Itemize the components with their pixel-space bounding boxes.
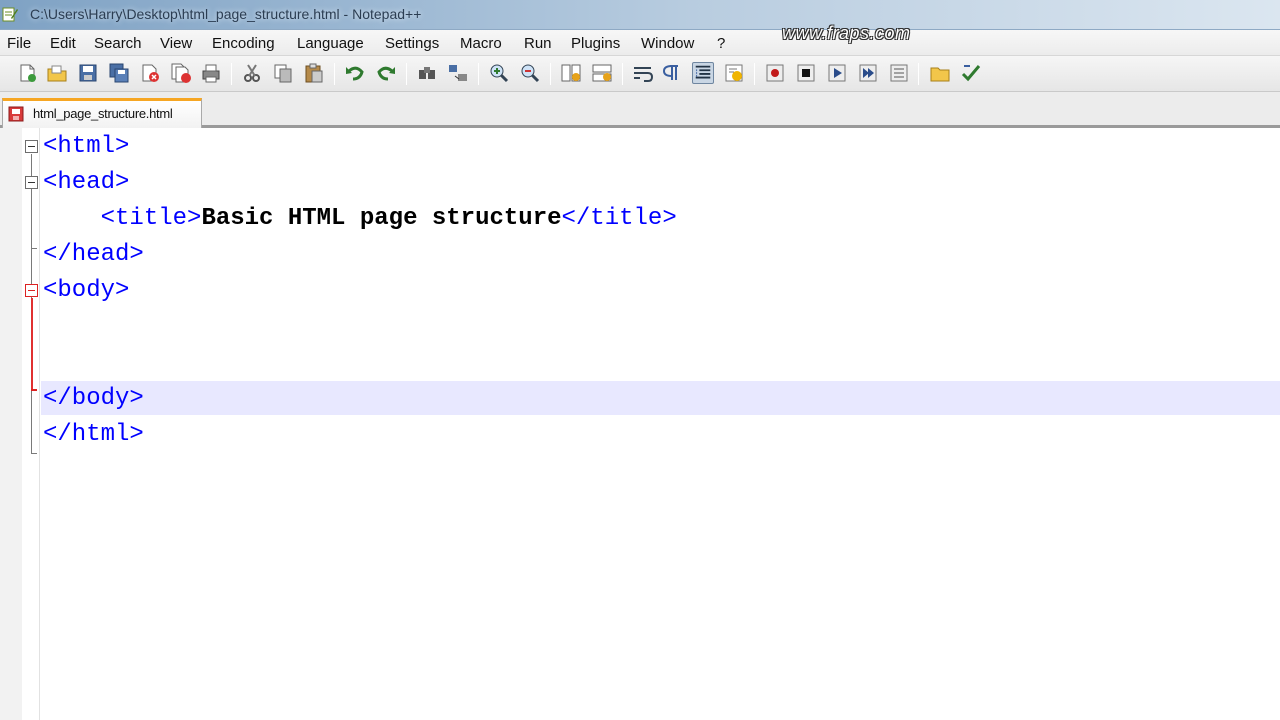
copy-icon[interactable] [272, 62, 294, 84]
html-tag: <head> [43, 169, 130, 196]
save-all-icon[interactable] [108, 62, 130, 84]
menu-search[interactable]: Search [94, 35, 142, 52]
menu-settings[interactable]: Settings [385, 35, 439, 52]
undo-icon[interactable] [344, 62, 366, 84]
html-tag: </title> [561, 205, 677, 232]
code-line[interactable]: </head> [43, 237, 144, 273]
code-line[interactable]: <title>Basic HTML page structure</title> [43, 201, 677, 237]
fold-margin [0, 128, 40, 720]
fold-end-marker [31, 453, 37, 454]
indent-guide-icon[interactable] [692, 62, 714, 84]
close-all-icon[interactable] [170, 62, 192, 84]
menu-plugins[interactable]: Plugins [571, 35, 620, 52]
close-icon[interactable] [139, 62, 161, 84]
fold-head-toggle[interactable] [25, 176, 38, 189]
fold-body-toggle[interactable] [25, 284, 38, 297]
current-line-highlight [41, 381, 1280, 415]
html-tag: <title> [43, 205, 202, 232]
toolbar-separator [334, 63, 335, 85]
menu-macro[interactable]: Macro [460, 35, 502, 52]
stop-macro-icon[interactable] [795, 62, 817, 84]
menu-file[interactable]: File [7, 35, 31, 52]
print-icon[interactable] [200, 62, 222, 84]
toolbar-separator [231, 63, 232, 85]
editor-area[interactable]: <html> <head> <title>Basic HTML page str… [0, 128, 1280, 720]
menu-edit[interactable]: Edit [50, 35, 76, 52]
folder-icon[interactable] [929, 62, 951, 84]
menu-help[interactable]: ? [717, 35, 725, 52]
user-language-icon[interactable] [723, 62, 745, 84]
sync-vertical-icon[interactable] [560, 62, 582, 84]
run-macro-multiple-icon[interactable] [857, 62, 879, 84]
html-tag: <html> [43, 133, 130, 160]
title-text: Basic HTML page structure [201, 205, 562, 232]
line-number-margin [0, 128, 22, 720]
fold-end-marker [31, 389, 37, 391]
sync-horizontal-icon[interactable] [591, 62, 613, 84]
open-file-icon[interactable] [46, 62, 68, 84]
spell-check-icon[interactable] [960, 62, 982, 84]
code-line[interactable]: <head> [43, 165, 129, 201]
window-title: C:\Users\Harry\Desktop\html_page_structu… [30, 6, 422, 22]
play-macro-icon[interactable] [826, 62, 848, 84]
html-tag: </html> [43, 421, 144, 448]
toolbar [0, 56, 1280, 92]
menu-view[interactable]: View [160, 35, 192, 52]
fold-end-marker [31, 248, 37, 249]
toolbar-separator [622, 63, 623, 85]
active-fold-line [31, 298, 33, 390]
show-all-characters-icon[interactable] [660, 62, 682, 84]
menu-run[interactable]: Run [524, 35, 552, 52]
title-bar: C:\Users\Harry\Desktop\html_page_structu… [0, 0, 1280, 30]
unsaved-file-icon [8, 106, 24, 122]
toolbar-separator [754, 63, 755, 85]
menu-window[interactable]: Window [641, 35, 694, 52]
toolbar-separator [918, 63, 919, 85]
toolbar-separator [478, 63, 479, 85]
zoom-in-icon[interactable] [488, 62, 510, 84]
html-tag: <body> [43, 277, 130, 304]
redo-icon[interactable] [375, 62, 397, 84]
fraps-watermark: www.fraps.com [782, 23, 911, 43]
save-icon[interactable] [77, 62, 99, 84]
code-line[interactable]: </html> [43, 417, 144, 453]
zoom-out-icon[interactable] [519, 62, 541, 84]
code-line[interactable]: <html> [43, 129, 129, 165]
fold-html-toggle[interactable] [25, 140, 38, 153]
code-line[interactable]: <body> [43, 273, 129, 309]
tab-bar: html_page_structure.html [0, 92, 1280, 128]
html-tag: </head> [43, 241, 144, 268]
tab-label: html_page_structure.html [33, 106, 173, 121]
paste-icon[interactable] [303, 62, 325, 84]
menu-language[interactable]: Language [297, 35, 364, 52]
find-icon[interactable] [416, 62, 438, 84]
menu-bar: File Edit Search View Encoding Language … [0, 30, 1280, 56]
word-wrap-icon[interactable] [632, 62, 654, 84]
notepad-plus-plus-icon [2, 7, 18, 22]
code-line-current[interactable]: </body> [43, 381, 144, 417]
new-file-icon[interactable] [16, 62, 38, 84]
replace-icon[interactable] [447, 62, 469, 84]
toolbar-separator [550, 63, 551, 85]
save-macro-icon[interactable] [888, 62, 910, 84]
cut-icon[interactable] [241, 62, 263, 84]
toolbar-separator [406, 63, 407, 85]
html-tag: </body> [43, 385, 144, 412]
record-macro-icon[interactable] [764, 62, 786, 84]
tab-html-page-structure[interactable]: html_page_structure.html [2, 98, 202, 128]
menu-encoding[interactable]: Encoding [212, 35, 275, 52]
